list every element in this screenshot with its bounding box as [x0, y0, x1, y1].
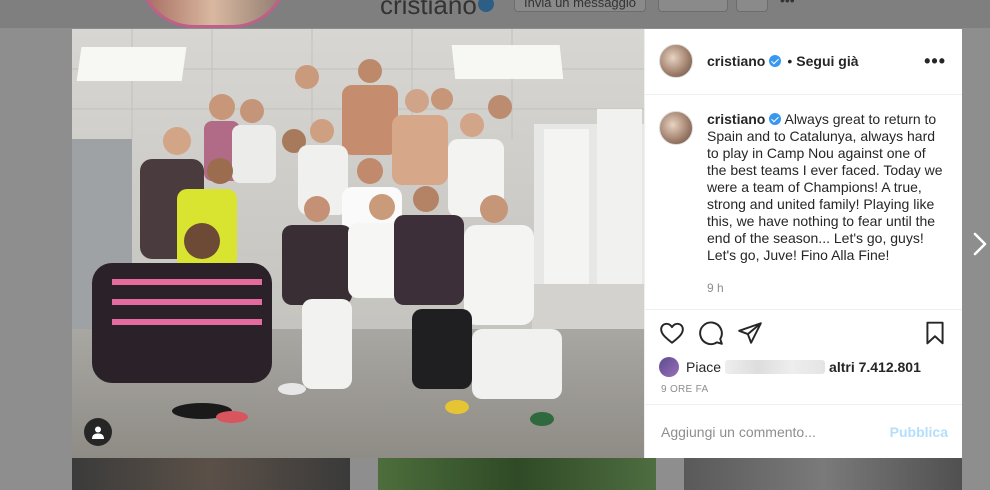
post-header: cristiano • Segui già ••• — [645, 29, 962, 95]
comment-form: Pubblica — [645, 404, 962, 458]
grid-thumbnail — [378, 458, 656, 490]
publish-button[interactable]: Pubblica — [890, 424, 948, 440]
more-options-icon[interactable]: ••• — [924, 51, 946, 72]
caption-timestamp: 9 h — [707, 280, 724, 295]
post-timestamp: 9 ORE FA — [661, 384, 709, 396]
bookmark-icon[interactable] — [922, 320, 948, 346]
comment-input[interactable] — [661, 423, 890, 440]
post-author-username[interactable]: cristiano — [707, 53, 765, 69]
profile-username-dimmed: cristiano — [380, 0, 477, 20]
likes-prefix: Piace — [686, 359, 722, 376]
user-tag-icon — [92, 426, 104, 439]
post-actions — [645, 310, 962, 356]
avatar[interactable] — [659, 44, 693, 79]
team-celebration-photo — [72, 29, 644, 458]
post-caption: cristiano Always great to return to Spai… — [645, 95, 962, 311]
post-photo[interactable] — [72, 29, 644, 458]
profile-more-icon: ••• — [780, 0, 795, 8]
verified-badge-icon — [769, 112, 782, 125]
post-modal: cristiano • Segui già ••• cristiano Alwa… — [72, 29, 962, 458]
likes-count[interactable]: altri 7.412.801 — [829, 359, 921, 375]
likes-summary: Piace altri 7.412.801 — [645, 356, 962, 378]
post-sidebar: cristiano • Segui già ••• cristiano Alwa… — [644, 29, 962, 458]
grid-thumbnail — [72, 458, 350, 490]
tagged-users-button[interactable] — [84, 418, 112, 446]
caption-text: Always great to return to Spain and to C… — [707, 110, 943, 263]
comment-icon[interactable] — [698, 320, 724, 346]
separator-dot: • — [787, 53, 793, 70]
following-status-button[interactable]: Segui già — [796, 53, 858, 69]
following-button — [658, 0, 728, 12]
suggestions-button — [736, 0, 768, 12]
caption-avatar[interactable] — [659, 110, 693, 145]
verified-badge-icon — [769, 55, 782, 68]
send-message-button: Invia un messaggio — [514, 0, 647, 12]
grid-thumbnail — [684, 458, 962, 490]
caption-username[interactable]: cristiano — [707, 111, 765, 127]
heart-icon[interactable] — [659, 320, 685, 346]
blurred-liker-name — [725, 360, 826, 375]
next-post-chevron-icon[interactable] — [972, 232, 988, 256]
liker-avatar[interactable] — [659, 357, 679, 378]
paper-plane-icon[interactable] — [737, 320, 763, 346]
